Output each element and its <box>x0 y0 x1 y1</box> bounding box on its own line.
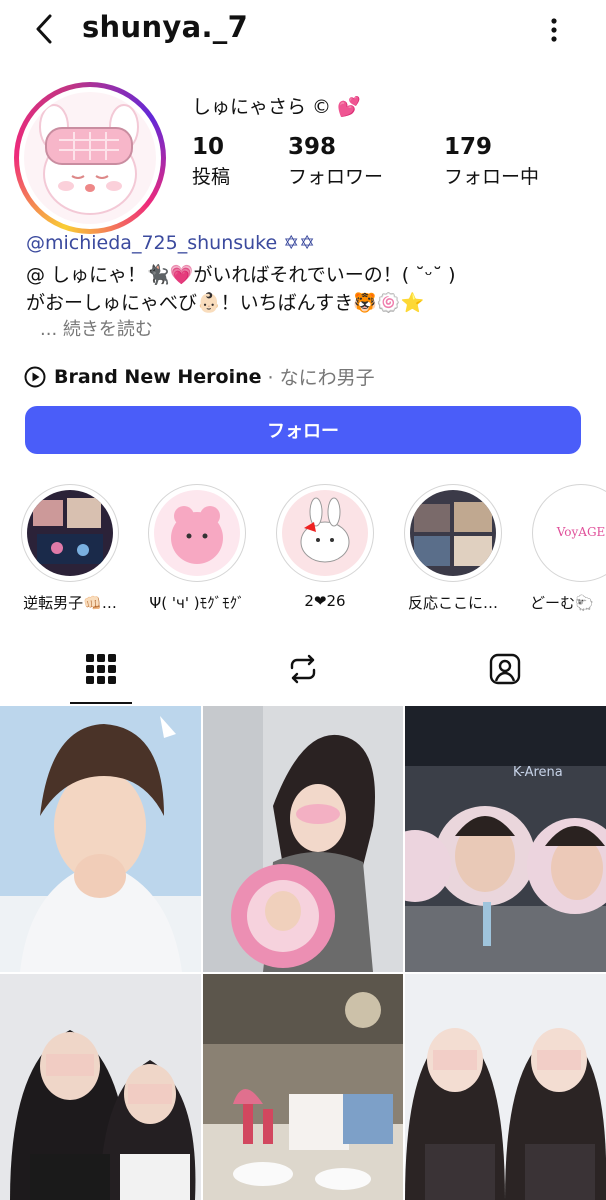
post-thumbnail[interactable] <box>0 974 201 1200</box>
music-artist: · なにわ男子 <box>267 367 375 389</box>
posts-count: 10 <box>192 134 225 160</box>
avatar[interactable] <box>14 82 166 234</box>
svg-text:VoyAGE: VoyAGE <box>556 525 606 539</box>
highlight-label: 反応ここに… <box>407 594 498 612</box>
bio-line-2: がおーしゅにゃべび👶🏻！いちばんすき🐯🍥⭐ <box>26 292 425 314</box>
highlight-item[interactable]: 逆転男子👊🏻… <box>15 484 125 613</box>
followers-stat[interactable]: 398 フォロワー <box>288 134 383 189</box>
followers-count: 398 <box>288 134 337 160</box>
post-thumbnail[interactable] <box>203 706 403 972</box>
posts-stat: 10 投稿 <box>192 134 230 189</box>
highlight-item[interactable]: VoyAGE どーむ🐑 <box>524 484 606 613</box>
reels-repost-icon[interactable] <box>286 652 320 686</box>
bio-line-1: @ しゅにゃ！🐈‍⬛💗がいればそれでいーの！( ˘ᵕ˘ ) <box>26 264 456 286</box>
music-title: Brand New Heroine <box>54 365 262 388</box>
active-tab-indicator <box>70 702 132 704</box>
following-count: 179 <box>444 134 493 160</box>
highlight-item[interactable]: 反応ここに… <box>398 484 508 613</box>
highlight-label: どーむ🐑 <box>530 594 594 612</box>
post-thumbnail[interactable] <box>0 706 201 972</box>
avatar-illustration <box>24 92 156 224</box>
posts-label: 投稿 <box>192 166 231 188</box>
display-name: しゅにゃさら © 💕 <box>192 96 361 118</box>
play-circle-icon <box>24 366 46 387</box>
profile-music[interactable]: Brand New Heroine · なにわ男子 <box>24 363 375 390</box>
following-stat[interactable]: 179 フォロー中 <box>444 134 539 189</box>
highlight-cover <box>154 490 240 576</box>
highlight-cover <box>410 490 496 576</box>
highlight-label: 2❤26 <box>304 592 346 610</box>
tagged-icon[interactable] <box>488 652 522 686</box>
post-thumbnail[interactable] <box>203 974 403 1200</box>
post-thumbnail[interactable] <box>405 974 606 1200</box>
bio-mention-link[interactable]: @michieda_725_shunsuke ✡✡ <box>26 232 315 254</box>
highlight-cover <box>282 490 368 576</box>
more-dots-icon[interactable] <box>540 16 568 44</box>
post-thumbnail[interactable]: K-Arena <box>405 706 606 972</box>
highlight-item[interactable]: Ψ( 'ч' )ﾓｸﾞﾓｸﾞ <box>142 484 252 613</box>
grid-icon[interactable] <box>84 652 118 686</box>
highlight-cover <box>27 490 113 576</box>
bio-read-more[interactable]: ... 続きを読む <box>40 315 153 341</box>
username-title: shunya._7 <box>82 10 249 44</box>
highlight-label: Ψ( 'ч' )ﾓｸﾞﾓｸﾞ <box>149 594 245 612</box>
highlight-item[interactable]: 2❤26 <box>270 484 380 610</box>
follow-button[interactable]: フォロー <box>25 406 581 454</box>
followers-label: フォロワー <box>288 166 384 188</box>
svg-text:K-Arena: K-Arena <box>513 765 563 780</box>
highlight-label: 逆転男子👊🏻… <box>23 594 117 612</box>
highlight-cover: VoyAGE <box>538 490 606 576</box>
back-chevron-icon[interactable] <box>30 12 60 46</box>
following-label: フォロー中 <box>444 166 540 188</box>
